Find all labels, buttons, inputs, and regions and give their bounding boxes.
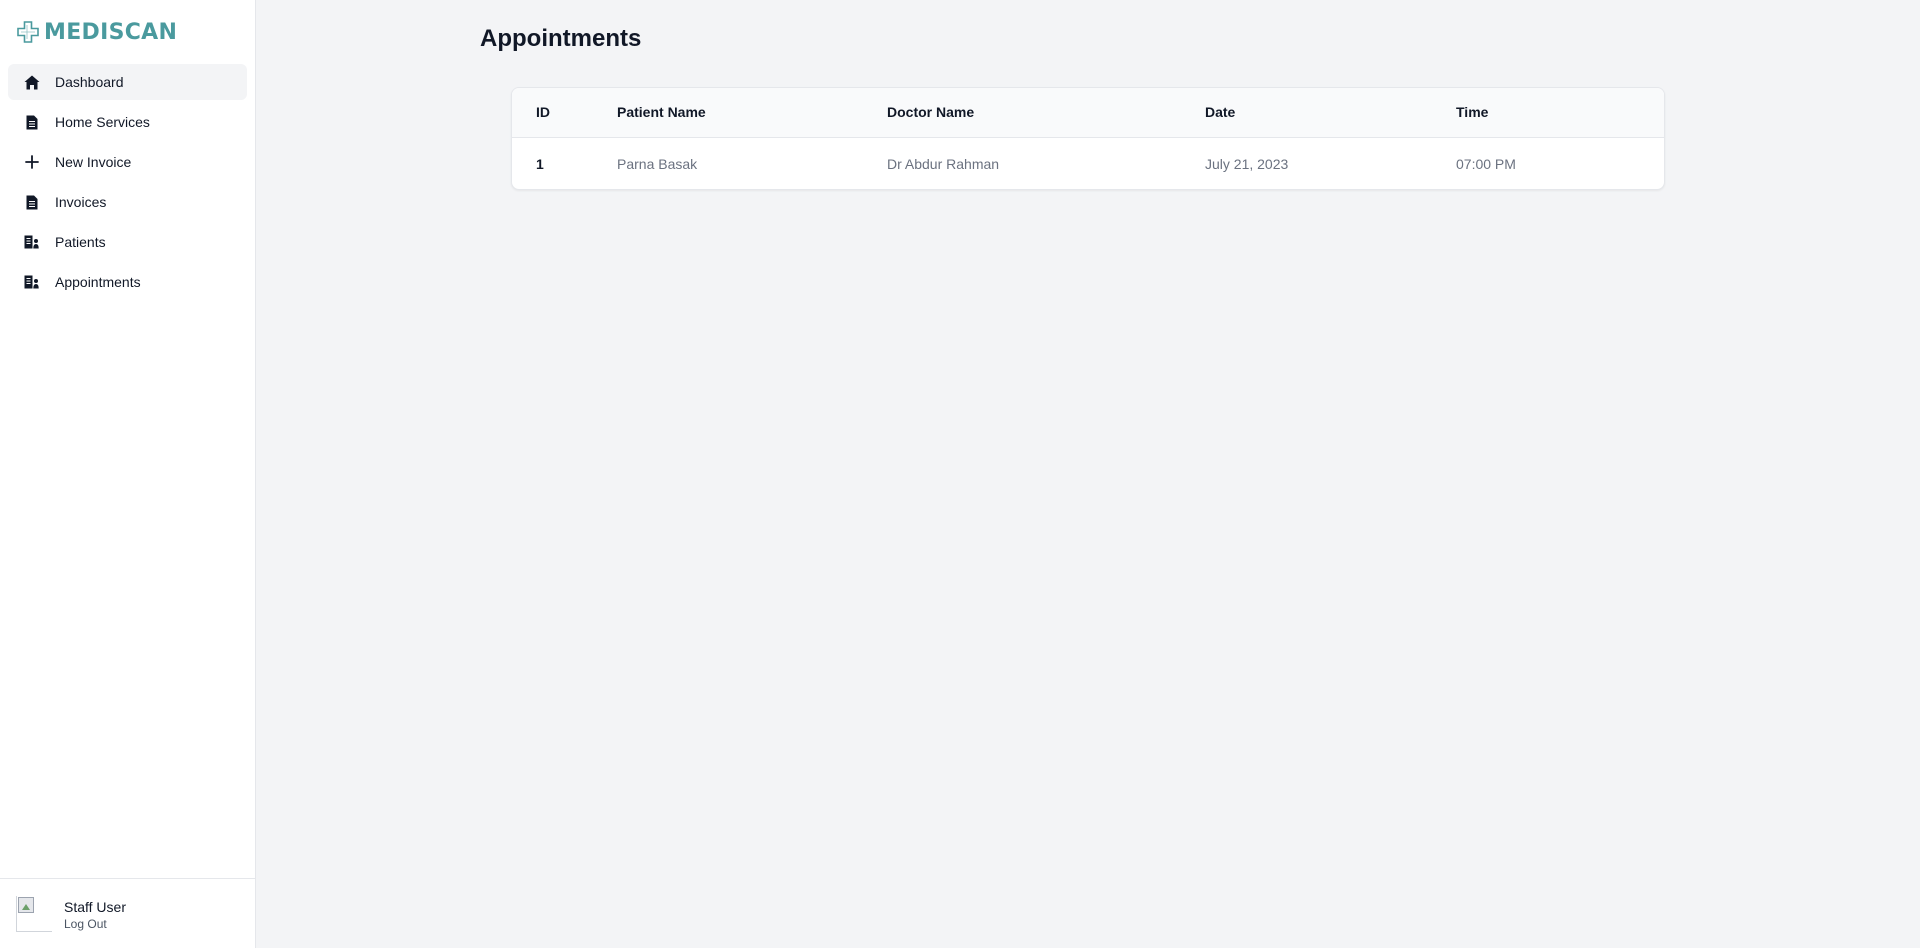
column-header-doctor-name: Doctor Name <box>887 104 975 121</box>
brand-name: MEDISCAN <box>44 19 178 45</box>
sidebar-item-new-invoice[interactable]: New Invoice <box>8 144 247 180</box>
logout-link[interactable]: Log Out <box>64 917 107 931</box>
column-header-patient-name: Patient Name <box>617 104 706 121</box>
sidebar-item-patients[interactable]: Patients <box>8 224 247 260</box>
user-name: Staff User <box>64 899 126 915</box>
sidebar-item-label: Home Services <box>55 114 150 130</box>
medical-cross-icon <box>16 20 40 44</box>
document-icon <box>24 114 40 130</box>
sidebar-item-dashboard[interactable]: Dashboard <box>8 64 247 100</box>
id-card-icon <box>24 274 40 290</box>
table-header-row: ID Patient Name Doctor Name Date Time <box>512 88 1664 137</box>
sidebar: MEDISCAN Dashboard Home Services New Inv… <box>0 0 256 948</box>
page-title: Appointments <box>480 25 642 52</box>
cell-id: 1 <box>536 155 544 172</box>
sidebar-item-home-services[interactable]: Home Services <box>8 104 247 140</box>
plus-icon <box>24 154 40 170</box>
id-card-icon <box>24 234 40 250</box>
sidebar-item-appointments[interactable]: Appointments <box>8 264 247 300</box>
sidebar-item-label: Patients <box>55 234 106 250</box>
brand-logo[interactable]: MEDISCAN <box>16 18 177 46</box>
column-header-id: ID <box>536 104 550 121</box>
avatar <box>16 896 52 932</box>
cell-doctor-name: Dr Abdur Rahman <box>887 155 1000 172</box>
sidebar-item-label: Dashboard <box>55 74 124 90</box>
sidebar-nav: Dashboard Home Services New Invoice Invo… <box>8 64 247 304</box>
column-header-date: Date <box>1205 104 1236 121</box>
document-icon <box>24 194 40 210</box>
sidebar-item-label: New Invoice <box>55 154 132 170</box>
cell-time: 07:00 PM <box>1456 155 1516 172</box>
sidebar-item-label: Invoices <box>55 194 107 210</box>
user-profile: Staff User Log Out <box>0 878 255 948</box>
cell-date: July 21, 2023 <box>1205 155 1289 172</box>
appointments-table: ID Patient Name Doctor Name Date Time 1 … <box>512 88 1664 189</box>
sidebar-item-label: Appointments <box>55 274 141 290</box>
column-header-time: Time <box>1456 104 1489 121</box>
table-row[interactable]: 1 Parna Basak Dr Abdur Rahman July 21, 2… <box>512 137 1664 189</box>
appointments-table-card: ID Patient Name Doctor Name Date Time 1 … <box>511 87 1665 190</box>
sidebar-item-invoices[interactable]: Invoices <box>8 184 247 220</box>
cell-patient-name: Parna Basak <box>617 155 698 172</box>
home-icon <box>24 74 40 90</box>
broken-image-icon <box>18 897 34 913</box>
